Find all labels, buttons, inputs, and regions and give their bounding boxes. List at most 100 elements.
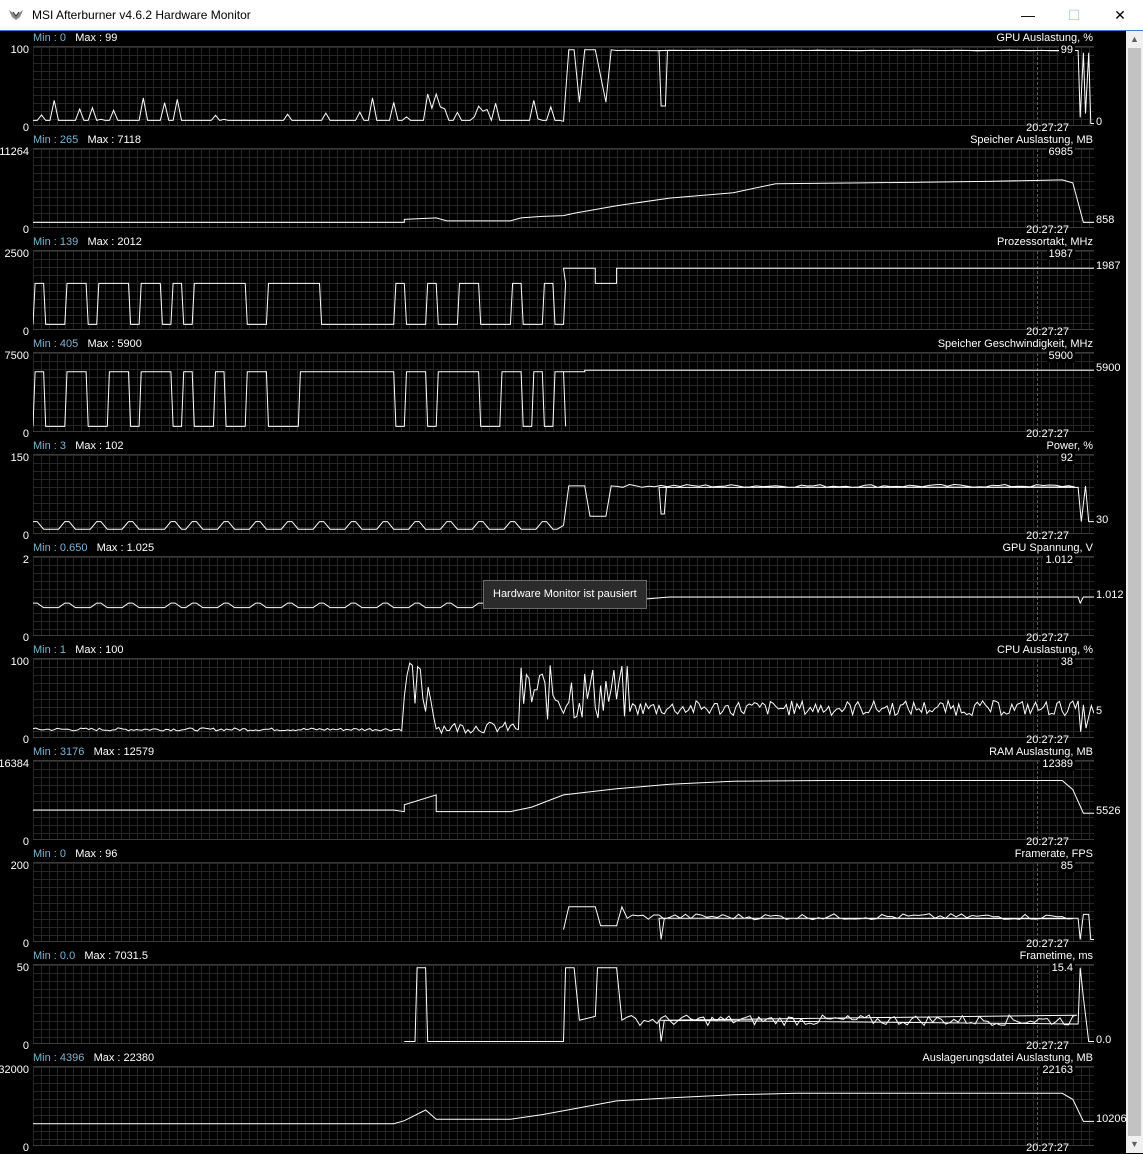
graph-trace [33, 483, 1094, 530]
graph-trace [33, 267, 1094, 325]
graph-panel[interactable]: Min : 405 Max : 5900 Speicher Geschwindig… [0, 337, 1126, 440]
graph-panel[interactable]: Min : 3176 Max : 12579 RAM Auslastung, MB… [0, 745, 1126, 848]
minimize-button[interactable]: — [1005, 0, 1051, 30]
close-button[interactable]: ✕ [1097, 0, 1143, 30]
graph-name: GPU Spannung, V [1002, 542, 1093, 554]
trace-line [33, 179, 1094, 223]
min-max-label: Min : 3 Max : 102 [33, 440, 124, 452]
min-key: Min : [33, 1052, 60, 1064]
vertical-scrollbar[interactable]: ▲ ▼ [1126, 31, 1143, 1153]
y-axis-max: 7500 [4, 350, 29, 362]
current-value: 1.012 [1096, 589, 1124, 601]
min-value: 405 [59, 338, 79, 350]
trace-line [33, 780, 1094, 814]
graph-panel[interactable]: Min : 0 Max : 96 Framerate, FPS 200 0 20:27:… [0, 847, 1126, 950]
trace-line [33, 662, 1094, 735]
current-value: 1987 [1096, 260, 1121, 273]
cursor-time: 20:27:27 [1026, 1142, 1069, 1154]
min-key: Min : [33, 950, 60, 962]
min-max-label: Min : 1 Max : 100 [33, 644, 124, 656]
graph-plot[interactable] [33, 658, 1094, 738]
max-value: 12579 [123, 746, 155, 758]
title-bar: MSI Afterburner v4.6.2 Hardware Monitor … [0, 0, 1143, 31]
max-key: Max : [75, 848, 106, 860]
graph-trace [563, 905, 1094, 940]
trace-line [33, 483, 1094, 530]
scroll-down-icon[interactable]: ▼ [1126, 1136, 1143, 1153]
current-value: 30 [1096, 513, 1109, 526]
graph-name: CPU Auslastung, % [997, 644, 1093, 656]
afterburner-logo-icon [9, 10, 23, 20]
trace-line [33, 49, 1094, 124]
cursor-value: 38 [1058, 656, 1075, 668]
scroll-up-icon[interactable]: ▲ [1126, 31, 1143, 48]
maximize-icon: ☐ [1067, 6, 1081, 23]
min-value: 3176 [59, 746, 85, 758]
max-value: 22380 [123, 1052, 155, 1064]
graph-name: Speicher Geschwindigkeit, MHz [937, 338, 1093, 350]
cursor-value: 99 [1058, 44, 1075, 56]
graph-plot[interactable] [33, 250, 1094, 330]
max-value: 1.025 [126, 542, 155, 554]
maximize-button[interactable]: ☐ [1051, 0, 1097, 30]
graph-panel[interactable]: Min : 265 Max : 7118 Speicher Auslastung,… [0, 133, 1126, 236]
trace-line [33, 1092, 1094, 1125]
graph-panel[interactable]: Min : 139 Max : 2012 Prozessortakt, MHz 25… [0, 235, 1126, 338]
y-axis-max: 150 [10, 452, 29, 464]
graph-name: Framerate, FPS [1014, 848, 1093, 860]
y-axis-min: 0 [22, 1142, 29, 1154]
min-value: 0.650 [59, 542, 88, 554]
min-max-label: Min : 0 Max : 96 [33, 848, 117, 860]
graph-plot[interactable] [33, 454, 1094, 534]
min-max-label: Min : 0.0 Max : 7031.5 [33, 950, 148, 962]
graph-plot[interactable] [33, 1066, 1094, 1146]
min-value: 265 [59, 134, 79, 146]
cursor-value: 22163 [1040, 1064, 1075, 1076]
graph-plot[interactable] [33, 352, 1094, 432]
min-key: Min : [33, 746, 60, 758]
graph-plot[interactable] [33, 46, 1094, 126]
graph-trace [33, 179, 1094, 223]
graph-trace [33, 49, 1094, 124]
current-value: 5 [1096, 705, 1103, 718]
max-key: Max : [75, 32, 106, 44]
graph-plot[interactable] [33, 964, 1094, 1044]
graph-panel[interactable]: Min : 3 Max : 102 Power, % 150 0 20:27:27 92 3… [0, 439, 1126, 542]
min-max-label: Min : 0.650 Max : 1.025 [33, 542, 154, 554]
graph-name: Power, % [1046, 440, 1093, 452]
graph-plot[interactable] [33, 862, 1094, 942]
graph-plot[interactable] [33, 148, 1094, 228]
min-value: 4396 [59, 1052, 85, 1064]
min-value: 0.0 [59, 950, 76, 962]
graph-name: Frametime, ms [1019, 950, 1093, 962]
graph-panel[interactable]: Min : 1 Max : 100 CPU Auslastung, % 100 0 20… [0, 643, 1126, 746]
y-axis-max: 100 [10, 656, 29, 668]
current-value: 858 [1096, 214, 1115, 227]
min-value: 139 [59, 236, 79, 248]
graph-panel[interactable]: Min : 4396 Max : 22380 Auslagerungsdatei … [0, 1051, 1127, 1154]
graph-panel[interactable]: Min : 0 Max : 99 GPU Auslastung, % 100 0 20:… [0, 31, 1126, 134]
y-axis-max: 2 [22, 554, 29, 566]
scroll-thumb[interactable] [1128, 48, 1141, 1136]
min-max-label: Min : 3176 Max : 12579 [33, 746, 154, 758]
graph-name: Speicher Auslastung, MB [970, 134, 1093, 146]
min-key: Min : [33, 134, 60, 146]
y-axis-max: 16384 [0, 758, 29, 770]
trace-line [563, 905, 1094, 940]
current-value: 10206 [1096, 1113, 1127, 1126]
min-max-label: Min : 4396 Max : 22380 [33, 1052, 154, 1064]
graph-plot[interactable] [33, 760, 1094, 840]
max-value: 5900 [117, 338, 142, 350]
graph-trace [33, 780, 1094, 814]
graph-panel[interactable]: Min : 0.0 Max : 7031.5 Frametime, ms 50 0 20… [0, 949, 1126, 1052]
current-value: 5900 [1096, 362, 1121, 375]
close-icon: ✕ [1114, 6, 1126, 23]
current-value: 0 [1096, 115, 1103, 128]
max-key: Max : [96, 542, 127, 554]
